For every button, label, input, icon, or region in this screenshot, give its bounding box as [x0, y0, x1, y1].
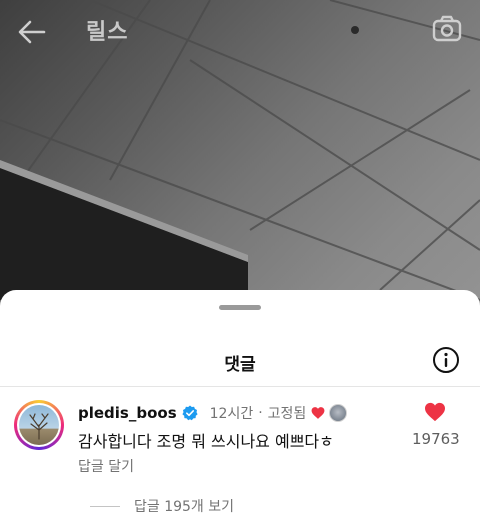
arrow-left-icon[interactable]: [16, 16, 48, 48]
avatar[interactable]: [14, 400, 64, 450]
top-bar: 릴스: [0, 0, 480, 62]
like-count: 19763: [412, 430, 460, 448]
view-replies-button[interactable]: 답글 195개 보기: [90, 496, 234, 516]
avatar-tree-image: [29, 413, 49, 440]
sheet-drag-handle[interactable]: [219, 305, 261, 310]
page-title: 릴스: [86, 20, 129, 45]
username[interactable]: pledis_boos: [78, 404, 177, 422]
pinned-label: 고정됨: [267, 406, 307, 422]
creator-avatar-icon: [329, 404, 348, 422]
comment-meta: pledis_boos 12시간 · 고정됨: [78, 402, 348, 424]
info-icon[interactable]: [432, 346, 460, 374]
comments-sheet: 댓글 pledis_boos 12시간 · 고정됨 감사합니다 조명 뭐 쓰시나…: [0, 290, 480, 527]
like-heart-icon[interactable]: [424, 402, 446, 422]
comment-item: pledis_boos 12시간 · 고정됨 감사합니다 조명 뭐 쓰시나요 예…: [0, 386, 480, 527]
sheet-title: 댓글: [224, 355, 256, 375]
reply-button[interactable]: 답글 달기: [78, 456, 134, 476]
verified-badge-icon: [182, 405, 198, 421]
comment-time: 12시간: [209, 406, 254, 422]
view-replies-line: [90, 505, 120, 507]
view-replies-label: 답글 195개 보기: [134, 499, 235, 515]
comment-text: 감사합니다 조명 뭐 쓰시나요 예쁘다ㅎ: [78, 432, 334, 451]
camera-icon[interactable]: [432, 14, 462, 44]
creator-heart-icon: [311, 407, 325, 419]
meta-separator: ·: [258, 405, 263, 421]
